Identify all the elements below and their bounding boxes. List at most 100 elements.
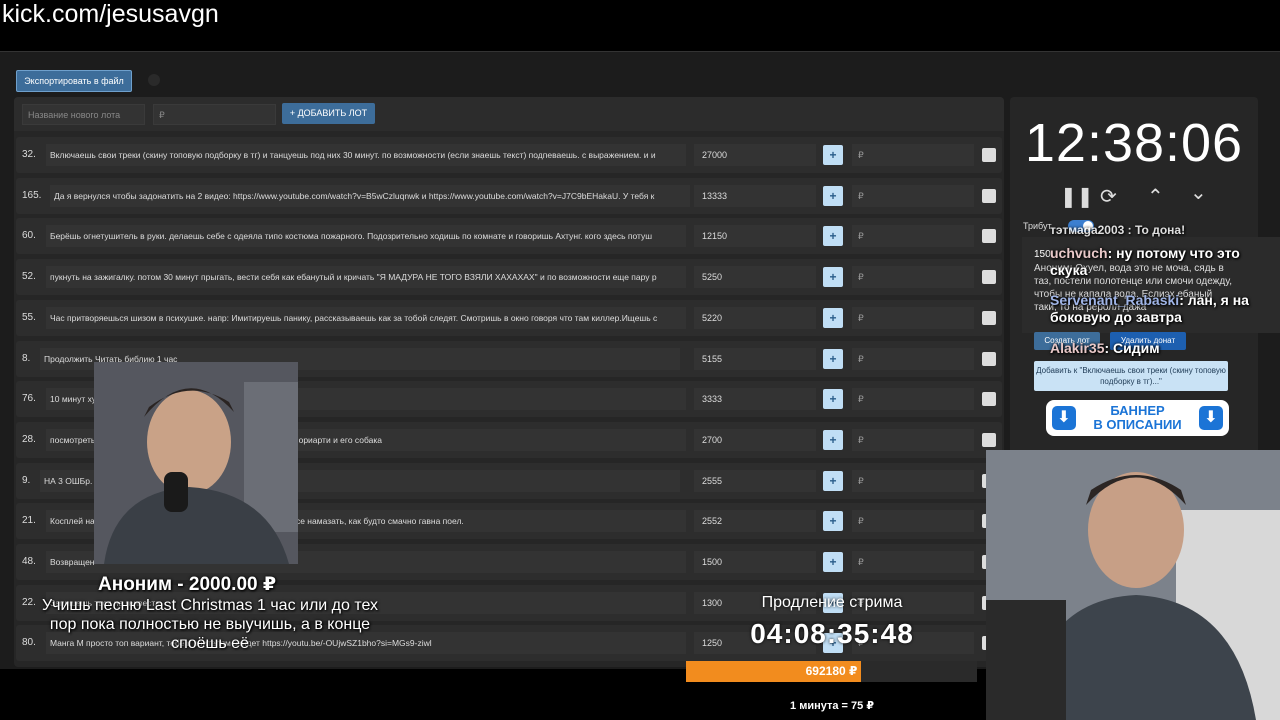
add-amount-button[interactable]: +: [823, 348, 843, 369]
lot-amount[interactable]: 5250: [694, 266, 816, 289]
lot-number: 32.: [22, 149, 36, 160]
lot-description[interactable]: Да я вернулся чтобы задонатить на 2 виде…: [50, 184, 690, 207]
delete-icon[interactable]: [982, 188, 996, 203]
lot-row: 60. Берёшь огнетушитель в руки. делаешь с…: [16, 218, 1002, 255]
lot-number: 52.: [22, 271, 36, 283]
streamer-silhouette: [986, 450, 1280, 720]
lot-add-input[interactable]: ₽: [852, 347, 974, 370]
delete-icon[interactable]: [982, 148, 996, 162]
lot-description[interactable]: Включаешь свои треки (скину топовую подб…: [46, 144, 686, 166]
donation-alert-title: Аноним - 2000.00 ₽: [98, 574, 277, 595]
lot-description[interactable]: Берёшь огнетушитель в руки. делаешь себе…: [46, 225, 686, 248]
webcam-left: [94, 362, 298, 564]
delete-icon[interactable]: [982, 229, 996, 244]
lot-row: 165. Да я вернулся чтобы задонатить на 2 …: [16, 177, 1002, 214]
lot-add-input[interactable]: ₽: [852, 551, 974, 573]
status-dot: [148, 74, 160, 86]
streamer-silhouette: [94, 362, 298, 564]
chat-user: Servenant_Rabaski: [1050, 292, 1180, 308]
chat-message: uchvuch: ну потому что это скука: [1050, 245, 1260, 279]
lot-number: 55.: [22, 311, 36, 323]
new-lot-row: Название нового лота ₽ + ДОБАВИТЬ ЛОТ: [14, 97, 1004, 131]
add-amount-button[interactable]: +: [823, 307, 843, 328]
chat-user: Alakir35: [1050, 340, 1105, 356]
lot-number: 48.: [22, 556, 36, 567]
chevron-up-icon[interactable]: ⌃: [1147, 184, 1164, 209]
add-amount-button[interactable]: +: [823, 145, 843, 165]
lot-amount[interactable]: 2552: [694, 510, 816, 533]
chevron-down-icon[interactable]: ⌄: [1190, 180, 1207, 205]
delete-icon[interactable]: [982, 310, 996, 325]
down-arrow-icon: ⬇: [1052, 406, 1076, 430]
add-amount-button[interactable]: +: [823, 389, 843, 410]
new-lot-name-input[interactable]: Название нового лота: [22, 104, 145, 125]
add-amount-button[interactable]: +: [823, 552, 843, 572]
lot-number: 80.: [22, 637, 36, 649]
lot-amount[interactable]: 27000: [694, 144, 816, 166]
tribute-label: Трибут: [1023, 221, 1052, 231]
lot-description[interactable]: Час притворяешься шизом в психушке. напр…: [46, 306, 686, 329]
chat-text: : Сидим: [1104, 340, 1160, 356]
pause-icon[interactable]: ❚❚: [1060, 184, 1094, 209]
chat-user: uchvuch: [1050, 245, 1108, 261]
lot-add-input[interactable]: ₽: [852, 388, 974, 411]
delete-icon[interactable]: [982, 392, 996, 407]
browser-url: kick.com/jesusavgn: [0, 0, 1280, 50]
add-amount-button[interactable]: +: [823, 429, 843, 450]
chat-message: Alakir35: Сидим: [1050, 340, 1260, 357]
lot-add-input[interactable]: ₽: [852, 184, 974, 207]
webcam-right: [986, 450, 1280, 720]
extension-label: Продление стрима: [761, 594, 903, 611]
add-amount-button[interactable]: +: [823, 470, 843, 491]
lot-number: 165.: [22, 189, 42, 201]
banner-line2: В ОПИСАНИИ: [1093, 417, 1182, 432]
lot-row: 32. Включаешь свои треки (скину топовую п…: [16, 137, 1002, 173]
banner-line1: БАННЕР: [1110, 403, 1165, 418]
down-arrow-icon: ⬇: [1199, 406, 1223, 430]
progress-total: 692180 ₽: [805, 664, 858, 678]
lot-number: 8.: [22, 352, 31, 364]
banner-overlay: ⬇ БАННЕР В ОПИСАНИИ ⬇: [1046, 400, 1229, 436]
donation-alert-message: Учишь песню Last Christmas 1 час или до …: [41, 597, 379, 652]
lot-row: 55. Час притворяешься шизом в психушке. н…: [16, 299, 1002, 336]
add-to-lot-button[interactable]: Добавить к "Включаешь свои треки (скину …: [1034, 361, 1228, 391]
lot-add-input[interactable]: ₽: [852, 306, 974, 329]
lot-add-input[interactable]: ₽: [852, 225, 974, 248]
lot-number: 9.: [22, 474, 31, 486]
lot-add-input[interactable]: ₽: [852, 266, 974, 289]
lot-add-input[interactable]: ₽: [852, 428, 974, 451]
add-amount-button[interactable]: +: [823, 511, 843, 532]
extension-timer: 04:08:35:48: [750, 618, 914, 649]
lot-number: 21.: [22, 515, 36, 527]
lot-amount[interactable]: 2700: [694, 428, 816, 451]
add-amount-button[interactable]: +: [823, 267, 843, 288]
add-amount-button[interactable]: +: [823, 226, 843, 247]
lot-add-input[interactable]: ₽: [852, 469, 974, 492]
new-lot-amount-input[interactable]: ₽: [153, 104, 276, 125]
lot-amount[interactable]: 5220: [694, 306, 816, 329]
delete-icon[interactable]: [982, 432, 996, 447]
lot-description[interactable]: пукнуть на зажигалку. потом 30 минут пры…: [46, 266, 686, 289]
lot-amount[interactable]: 12150: [694, 225, 816, 248]
lot-amount[interactable]: 5155: [694, 347, 816, 370]
donation-amount: 150: [1034, 249, 1051, 260]
timer-clock: 12:38:06: [1024, 113, 1244, 173]
lot-add-input[interactable]: ₽: [852, 144, 974, 166]
chat-message: Servenant_Rabaski: лан, я на боковую до …: [1050, 292, 1260, 326]
reset-icon[interactable]: ⟳: [1100, 184, 1117, 209]
lot-number: 22.: [22, 596, 36, 608]
lot-number: 60.: [22, 230, 36, 242]
lot-amount[interactable]: 2555: [694, 469, 816, 492]
add-lot-button[interactable]: + ДОБАВИТЬ ЛОТ: [282, 103, 375, 124]
export-button[interactable]: Экспортировать в файл: [16, 70, 132, 92]
add-amount-button[interactable]: +: [823, 185, 843, 206]
lot-amount[interactable]: 13333: [694, 184, 816, 207]
chat-fragment: тэтмаga2003 : То дона!: [1050, 223, 1186, 237]
lot-add-input[interactable]: ₽: [852, 510, 974, 533]
delete-icon[interactable]: [982, 351, 996, 366]
banner-text: БАННЕР В ОПИСАНИИ: [1080, 404, 1195, 432]
lot-amount[interactable]: 3333: [694, 388, 816, 411]
delete-icon[interactable]: [982, 270, 996, 285]
extension-progress-bar: 692180 ₽: [686, 661, 977, 682]
lot-amount[interactable]: 1500: [694, 551, 816, 573]
